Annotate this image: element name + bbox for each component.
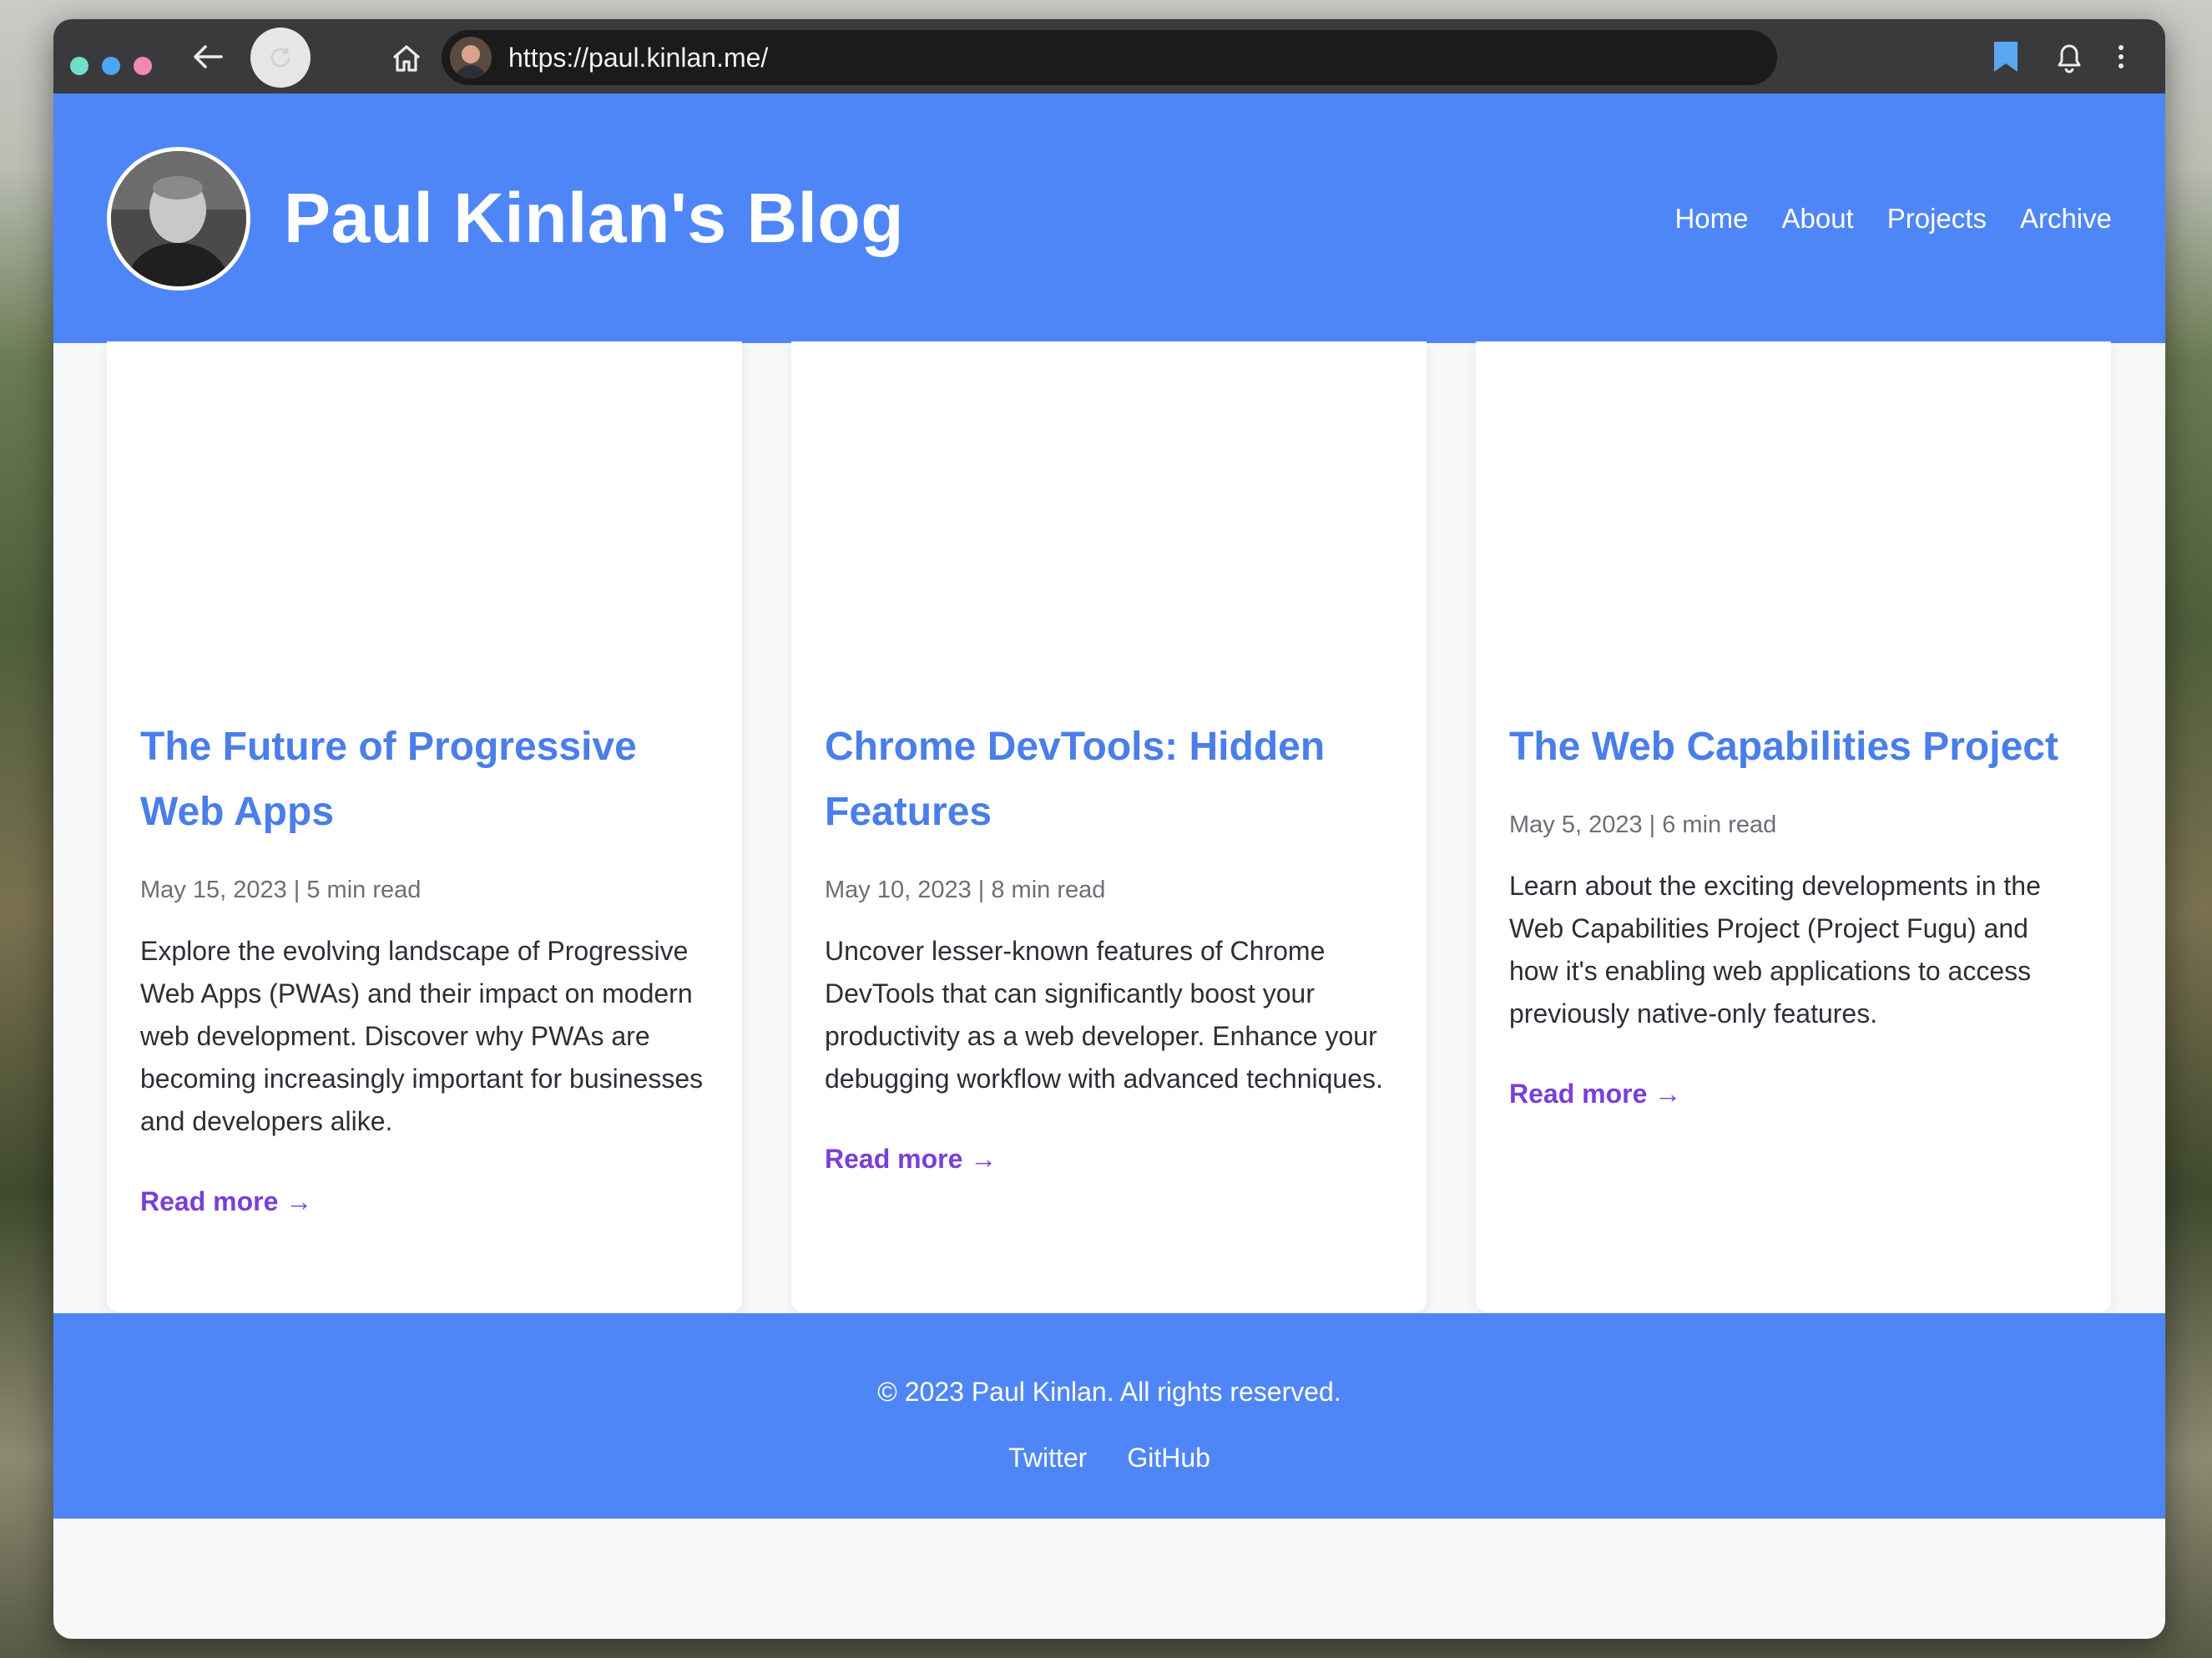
url-text: https://paul.kinlan.me/ — [508, 42, 769, 73]
address-bar[interactable]: https://paul.kinlan.me/ — [442, 30, 1777, 85]
back-button[interactable] — [187, 36, 229, 78]
bell-icon — [2058, 44, 2081, 73]
nav-projects[interactable]: Projects — [1887, 203, 1987, 235]
twitter-link[interactable]: Twitter — [1008, 1443, 1087, 1473]
arrow-left-icon — [194, 45, 223, 68]
notifications-button[interactable] — [2048, 36, 2090, 78]
author-avatar[interactable] — [107, 146, 250, 291]
post-excerpt: Uncover lesser-known features of Chrome … — [825, 936, 1383, 1094]
browser-toolbar: https://paul.kinlan.me/ — [53, 19, 2165, 94]
post-meta: May 5, 2023 | 6 min read — [1509, 811, 1777, 838]
github-link[interactable]: GitHub — [1127, 1443, 1210, 1473]
post-excerpt: Learn about the exciting developments in… — [1509, 871, 2041, 1029]
reload-button[interactable] — [250, 28, 311, 88]
site-favicon — [450, 37, 492, 78]
post-meta: May 15, 2023 | 5 min read — [140, 877, 422, 903]
social-links: Twitter GitHub — [1008, 1443, 1210, 1473]
post-card: The Future of Progressive Web Apps May 1… — [107, 341, 742, 1312]
window-zoom-button[interactable] — [134, 57, 152, 75]
reload-icon — [270, 48, 290, 68]
post-excerpt: Explore the evolving landscape of Progre… — [140, 936, 704, 1136]
read-more-link[interactable]: Read more → — [825, 1144, 997, 1175]
post-meta: May 10, 2023 | 8 min read — [825, 877, 1106, 903]
nav-archive[interactable]: Archive — [2020, 203, 2112, 235]
post-card: The Web Capabilities Project May 5, 2023… — [1476, 341, 2111, 1312]
site-footer: © 2023 Paul Kinlan. All rights reserved.… — [53, 1313, 2165, 1519]
post-card: Chrome DevTools: Hidden Features May 10,… — [791, 341, 1427, 1312]
main-nav: Home About Projects Archive — [1674, 94, 2112, 343]
copyright-text: © 2023 Paul Kinlan. All rights reserved. — [877, 1377, 1341, 1407]
browser-menu-button[interactable] — [2108, 36, 2134, 78]
home-icon — [392, 45, 421, 72]
post-title[interactable]: Chrome DevTools: Hidden Features — [825, 715, 1393, 845]
window-close-button[interactable] — [70, 57, 88, 75]
window-minimize-button[interactable] — [102, 57, 120, 75]
post-title[interactable]: The Web Capabilities Project — [1509, 715, 2078, 780]
site-header: Paul Kinlan's Blog Home About Projects A… — [53, 94, 2165, 343]
bookmark-button[interactable] — [1985, 36, 2027, 78]
posts-grid: The Future of Progressive Web Apps May 1… — [53, 341, 2165, 1314]
bookmark-icon — [1994, 42, 2018, 72]
nav-about[interactable]: About — [1781, 203, 1853, 235]
nav-home[interactable]: Home — [1674, 203, 1748, 235]
home-button[interactable] — [386, 38, 427, 79]
post-title[interactable]: The Future of Progressive Web Apps — [140, 715, 709, 845]
read-more-link[interactable]: Read more → — [1509, 1079, 1681, 1110]
kebab-menu-icon — [2119, 45, 2124, 68]
site-title: Paul Kinlan's Blog — [284, 179, 905, 257]
browser-window: https://paul.kinlan.me/ Paul Kinlan's Bl… — [53, 19, 2165, 1639]
read-more-link[interactable]: Read more → — [140, 1186, 312, 1217]
